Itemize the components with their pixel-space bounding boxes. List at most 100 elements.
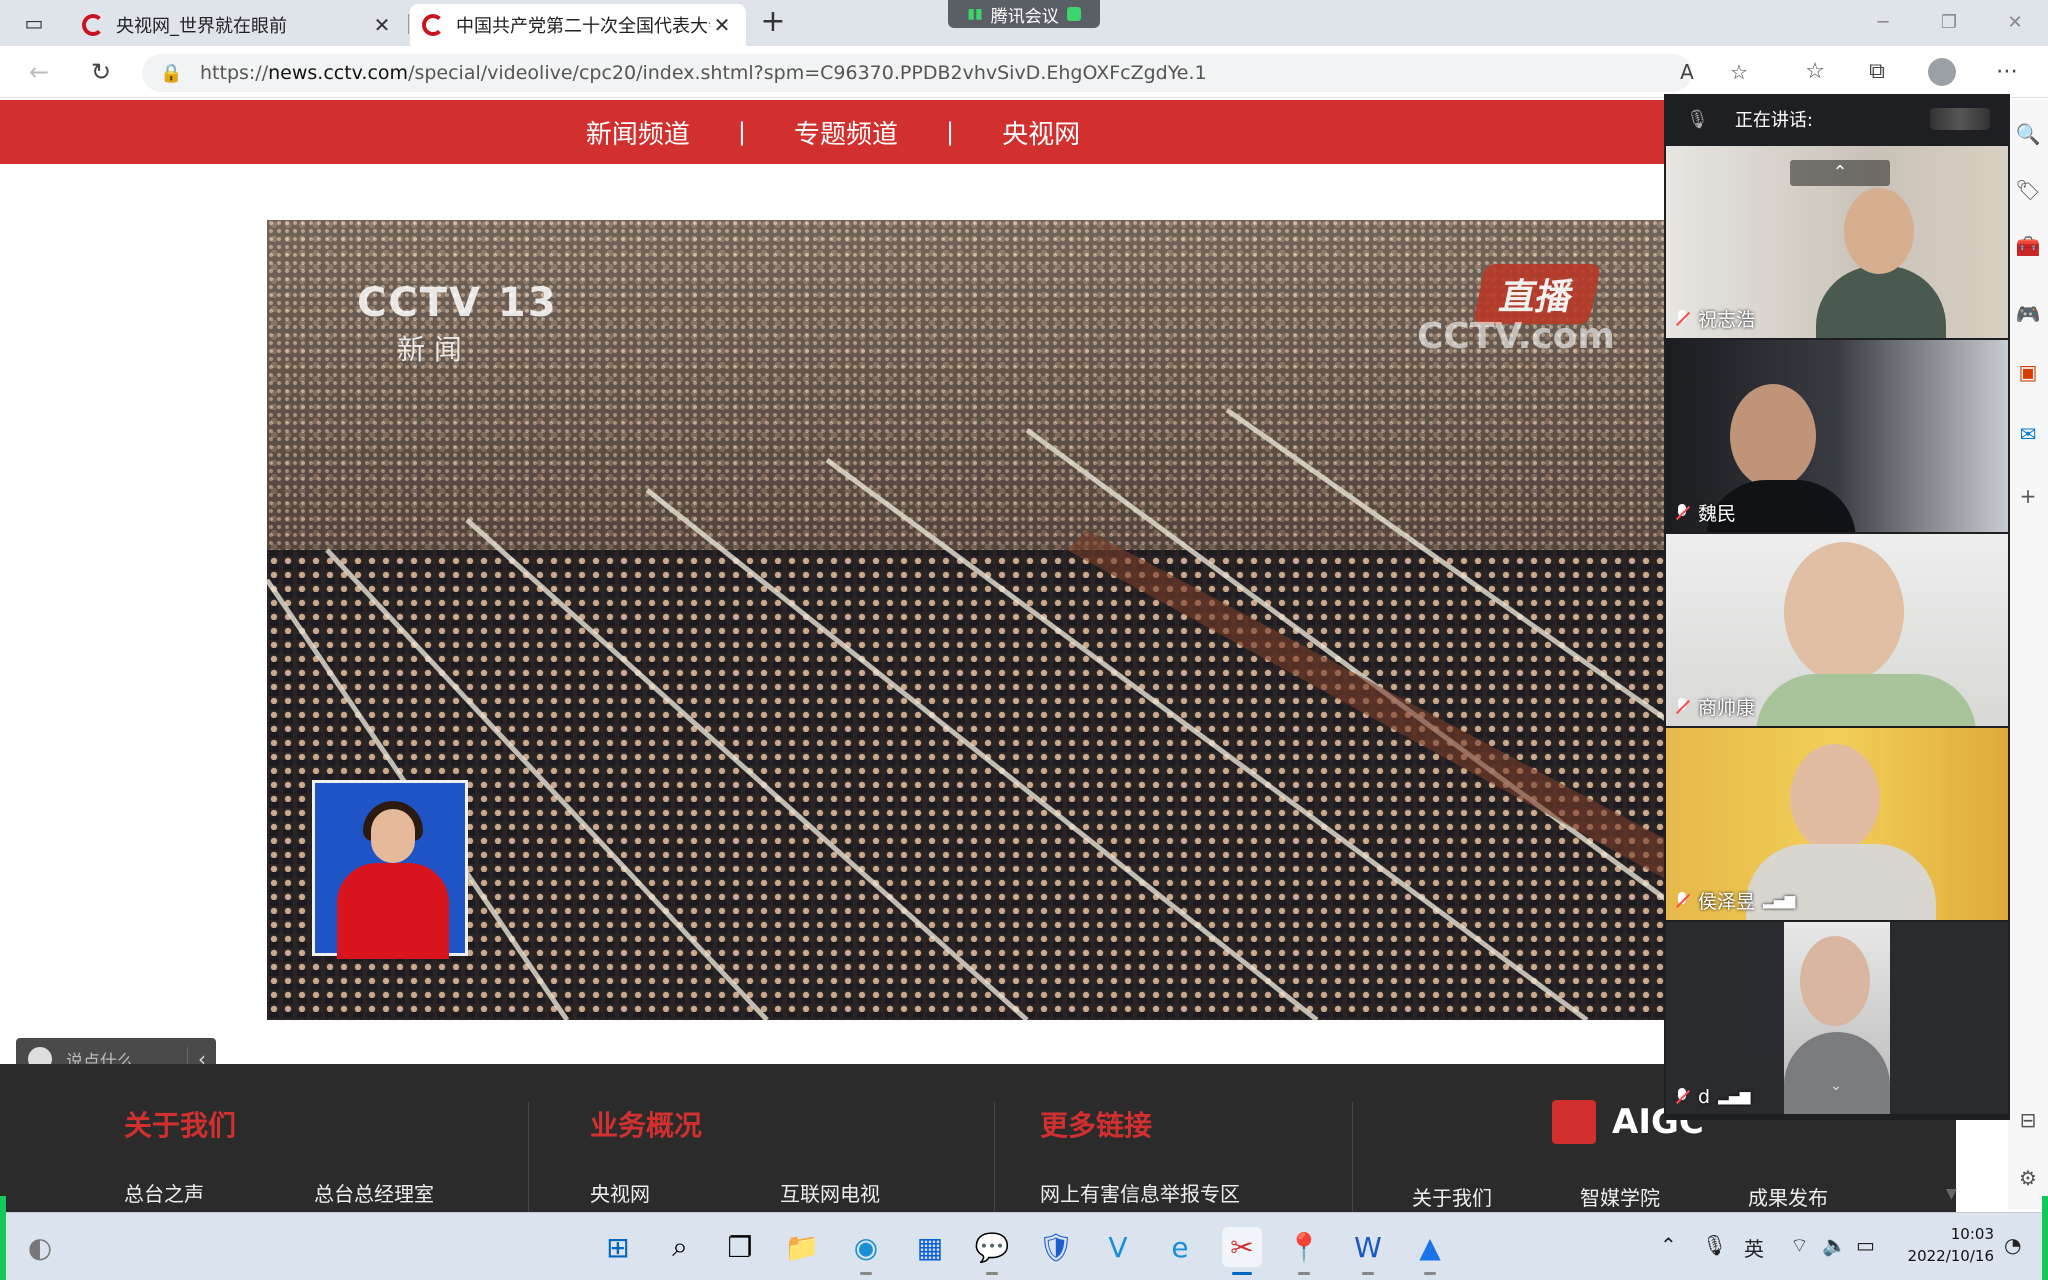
favorites-icon[interactable]: ☆: [1798, 56, 1832, 88]
participant-face: [1784, 542, 1904, 682]
microphone-icon: 🎙: [1686, 108, 1709, 130]
outlook-icon[interactable]: ✉: [2010, 416, 2046, 452]
tab-cctv-home[interactable]: 央视网_世界就在眼前 ✕: [70, 4, 406, 46]
footer-link[interactable]: 关于我们: [1412, 1182, 1492, 1211]
close-window-icon[interactable]: ✕: [1982, 0, 2048, 46]
restore-icon[interactable]: ❐: [1916, 0, 1982, 46]
office-icon[interactable]: ▣: [2010, 354, 2046, 390]
mic-muted-icon: [1674, 503, 1690, 522]
word-icon[interactable]: W: [1348, 1227, 1388, 1275]
microphone-icon[interactable]: 🎙: [1702, 1233, 1727, 1257]
meeting-border-accent: [0, 1196, 6, 1280]
chevron-down-icon[interactable]: ⌄: [1816, 1078, 1856, 1094]
search-icon[interactable]: 🔍: [2010, 116, 2046, 152]
refresh-icon[interactable]: ↻: [84, 56, 118, 88]
mic-muted-icon: [1674, 1088, 1690, 1106]
more-menu-icon[interactable]: ⋯: [1990, 56, 2024, 88]
footer-link[interactable]: 智媒学院: [1580, 1182, 1660, 1211]
ie-browser-icon[interactable]: e: [1160, 1227, 1200, 1267]
settings-gear-icon[interactable]: ⚙: [2010, 1160, 2046, 1196]
chevron-up-icon[interactable]: ⌃: [1660, 1233, 1677, 1257]
task-view-icon[interactable]: ❐: [720, 1227, 760, 1267]
edge-browser-icon[interactable]: ◉: [846, 1227, 886, 1275]
footer-title-about: 关于我们: [124, 1109, 237, 1142]
tab-cpc20-live[interactable]: 中国共产党第二十次全国代表大会 ✕: [410, 4, 746, 46]
nav-special-channel[interactable]: 专题频道: [794, 114, 898, 151]
scroll-down-icon[interactable]: ▼: [1946, 1186, 1957, 1202]
participant-face: [1730, 384, 1816, 488]
tag-icon[interactable]: 🏷: [2010, 172, 2046, 208]
footer-link[interactable]: 总台总经理室: [314, 1178, 434, 1207]
lock-icon: 🔒: [160, 62, 183, 84]
close-tab-icon[interactable]: ✕: [710, 13, 734, 37]
system-clock[interactable]: 10:03 2022/10/16: [1894, 1223, 1994, 1267]
games-icon[interactable]: 🎮: [2010, 296, 2046, 332]
notifications-icon[interactable]: ◔: [2004, 1233, 2021, 1257]
add-favorite-icon[interactable]: ☆: [1724, 60, 1754, 86]
vpn-icon[interactable]: V: [1098, 1227, 1138, 1267]
add-icon[interactable]: +: [2010, 478, 2046, 514]
audio-level-icon: ▂▄▆: [1718, 1089, 1751, 1105]
nav-cctv-home[interactable]: 央视网: [1002, 114, 1080, 151]
address-bar[interactable]: 🔒 https://news.cctv.com/special/videoliv…: [142, 54, 1748, 92]
chevron-up-icon[interactable]: ⌃: [1790, 160, 1890, 186]
footer-link[interactable]: 互联网电视: [780, 1178, 880, 1207]
search-icon[interactable]: ⌕: [660, 1227, 700, 1267]
footer-divider: [994, 1102, 995, 1212]
widgets-icon[interactable]: ◐: [20, 1227, 60, 1267]
map-pin-icon[interactable]: 📍: [1284, 1227, 1324, 1275]
live-video-player[interactable]: CCTV 13 新 闻 直播 CCTV.com: [267, 220, 1667, 1020]
tab-actions-icon[interactable]: ▭: [18, 9, 50, 37]
back-arrow-icon[interactable]: ←: [22, 56, 56, 88]
snipping-tool-icon[interactable]: ✂: [1222, 1227, 1262, 1275]
participant-name-label: 商帅康: [1674, 693, 1755, 720]
participant-tile[interactable]: 商帅康: [1666, 534, 2008, 726]
url-text[interactable]: https://news.cctv.com/special/videolive/…: [200, 62, 1207, 84]
participant-face: [1790, 744, 1880, 852]
participant-tile[interactable]: 魏民: [1666, 340, 2008, 532]
close-tab-icon[interactable]: ✕: [370, 13, 394, 37]
footer-link[interactable]: 央视网: [590, 1178, 650, 1207]
start-windows-icon[interactable]: ⊞: [598, 1227, 638, 1267]
minimize-icon[interactable]: ─: [1850, 0, 1916, 46]
split-screen-icon[interactable]: ⊟: [2010, 1102, 2046, 1138]
profile-avatar[interactable]: [1928, 58, 1956, 86]
signal-icon: ▮▮: [967, 6, 983, 22]
battery-icon[interactable]: ▭: [1856, 1233, 1875, 1257]
security-shield-icon[interactable]: 🛡: [1036, 1227, 1076, 1267]
footer-link[interactable]: 总台之声: [124, 1178, 204, 1207]
mic-muted-icon: [1674, 309, 1690, 328]
mic-muted-icon: [1674, 697, 1690, 716]
store-icon[interactable]: ▦: [910, 1227, 950, 1267]
wifi-icon[interactable]: ⌔: [1790, 1233, 1809, 1258]
footer-link[interactable]: 成果发布: [1748, 1182, 1828, 1211]
clock-time: 10:03: [1950, 1225, 1994, 1243]
participant-name-label: 魏民: [1674, 499, 1736, 526]
ime-indicator[interactable]: 英: [1744, 1233, 1764, 1262]
footer-link[interactable]: 网上有害信息举报专区: [1040, 1178, 1240, 1207]
nav-news-channel[interactable]: 新闻频道: [586, 114, 690, 151]
interpreter-body: [337, 863, 449, 959]
tab-title: 中国共产党第二十次全国代表大会: [456, 16, 710, 37]
participant-name-label: 祝志浩: [1674, 305, 1755, 332]
footer-divider: [528, 1102, 529, 1212]
footer-title-business: 业务概况: [590, 1109, 703, 1142]
new-tab-button[interactable]: +: [756, 6, 790, 40]
meeting-status-icon: [1066, 7, 1081, 21]
file-explorer-icon[interactable]: 📁: [782, 1227, 822, 1267]
meeting-video-panel: 🎙 正在讲话: ⌃ 祝志浩 魏民 商帅康 侯泽昱 ▂▄▆ ⌄ d ▂▄▆: [1664, 94, 2010, 1120]
participant-tile[interactable]: 侯泽昱 ▂▄▆: [1666, 728, 2008, 920]
tools-icon[interactable]: 🧰: [2010, 228, 2046, 264]
aigc-logo-icon: [1552, 1100, 1596, 1144]
tencent-meeting-icon[interactable]: ▲: [1410, 1227, 1450, 1275]
nav-separator: |: [737, 118, 746, 146]
participant-face: [1844, 188, 1914, 274]
read-aloud-icon[interactable]: A: [1672, 60, 1702, 86]
interpreter-face: [371, 809, 415, 863]
volume-icon[interactable]: 🔈: [1822, 1233, 1847, 1257]
wechat-icon[interactable]: 💬: [972, 1227, 1012, 1275]
tencent-meeting-pill[interactable]: ▮▮ 腾讯会议: [948, 0, 1100, 28]
participant-tile[interactable]: ⌃ 祝志浩: [1666, 146, 2008, 338]
collections-icon[interactable]: ⧉: [1860, 56, 1894, 88]
participant-tile[interactable]: ⌄ d ▂▄▆: [1666, 922, 2008, 1114]
